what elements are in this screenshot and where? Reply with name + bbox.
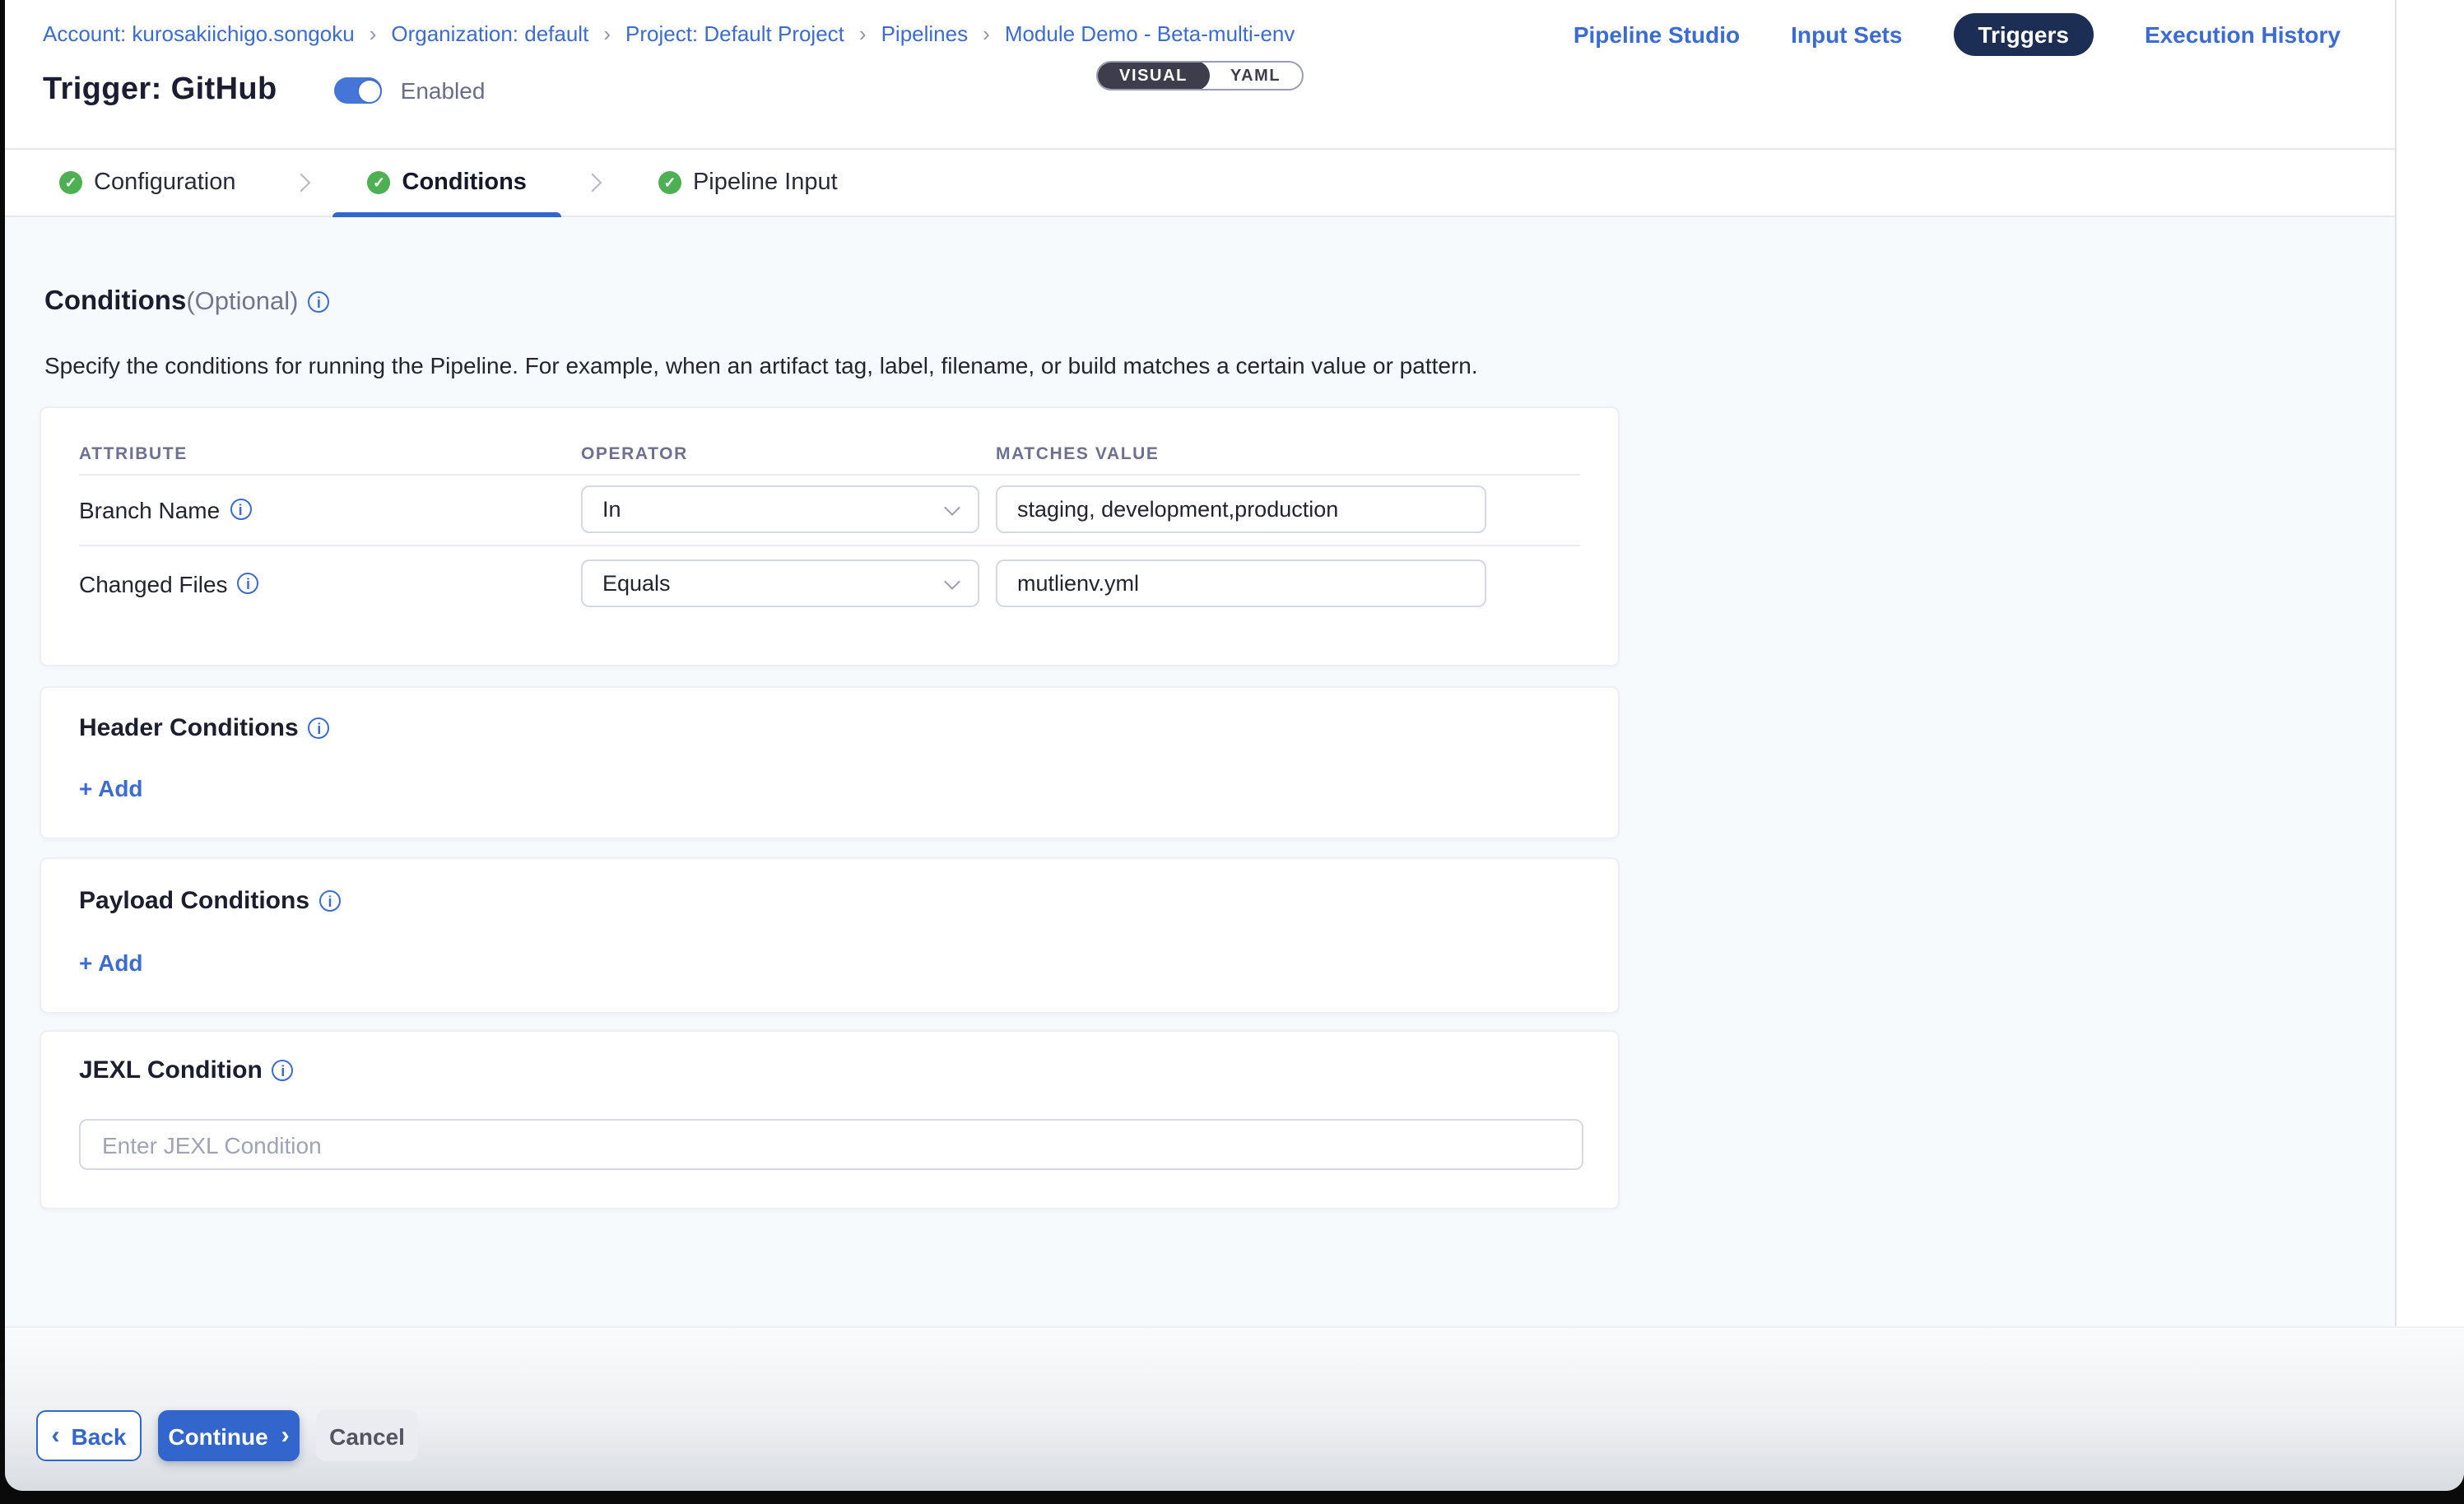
- info-icon[interactable]: i: [230, 499, 251, 520]
- chevron-right-icon: [583, 174, 602, 193]
- continue-button-label: Continue: [168, 1423, 267, 1449]
- pipeline-nav: Pipeline Studio Input Sets Triggers Exec…: [1574, 13, 2341, 56]
- info-icon[interactable]: i: [309, 717, 330, 739]
- conditions-heading: Conditions: [44, 286, 186, 318]
- operator-dropdown[interactable]: In: [581, 485, 979, 533]
- jexl-condition-title: JEXL Condition: [79, 1056, 263, 1084]
- wizard-footer: ‹ Back Continue › Cancel: [5, 1326, 2464, 1491]
- yaml-toggle-button[interactable]: YAML: [1209, 63, 1302, 89]
- breadcrumb-separator-icon: ›: [603, 21, 611, 46]
- tab-pipeline-input-label: Pipeline Input: [693, 169, 838, 196]
- table-divider: [79, 474, 1580, 476]
- check-circle-icon: ✓: [59, 171, 82, 194]
- attribute-label: Branch Name i: [79, 485, 251, 533]
- breadcrumb-project[interactable]: Project: Default Project: [625, 21, 844, 46]
- chevron-left-icon: ‹: [52, 1422, 60, 1450]
- table-divider: [79, 545, 1580, 546]
- operator-dropdown[interactable]: Equals: [581, 559, 979, 607]
- nav-input-sets[interactable]: Input Sets: [1791, 21, 1902, 48]
- enabled-toggle[interactable]: [335, 77, 383, 104]
- conditions-panel: Conditions (Optional) i Specify the cond…: [5, 217, 2395, 1326]
- back-button[interactable]: ‹ Back: [36, 1410, 142, 1461]
- chevron-down-icon: [944, 573, 960, 590]
- nav-triggers[interactable]: Triggers: [1953, 13, 2094, 56]
- payload-conditions-title: Payload Conditions: [79, 887, 309, 915]
- jexl-condition-card: JEXL Condition i: [40, 1030, 1620, 1209]
- attribute-text: Branch Name: [79, 496, 220, 522]
- column-header-operator: OPERATOR: [581, 444, 688, 464]
- chevron-right-icon: [292, 174, 311, 193]
- column-header-matches-value: MATCHES VALUE: [996, 444, 1160, 464]
- nav-pipeline-studio[interactable]: Pipeline Studio: [1574, 21, 1740, 48]
- payload-conditions-card: Payload Conditions i + Add: [40, 857, 1620, 1014]
- breadcrumb-separator-icon: ›: [859, 21, 867, 46]
- app-window: Account: kurosakiichigo.songoku › Organi…: [5, 0, 2464, 1491]
- page-header: Account: kurosakiichigo.songoku › Organi…: [5, 0, 2464, 150]
- matches-value-input[interactable]: [996, 559, 1486, 607]
- add-payload-condition-button[interactable]: + Add: [79, 949, 143, 976]
- conditions-description: Specify the conditions for running the P…: [44, 352, 1478, 378]
- tab-conditions[interactable]: ✓ Conditions: [368, 150, 527, 216]
- header-conditions-card: Header Conditions i + Add: [40, 686, 1620, 839]
- conditions-table-card: ATTRIBUTE OPERATOR MATCHES VALUE Branch …: [40, 406, 1620, 666]
- add-header-condition-button[interactable]: + Add: [79, 775, 143, 801]
- jexl-condition-input[interactable]: [79, 1119, 1583, 1170]
- cancel-button[interactable]: Cancel: [316, 1410, 418, 1461]
- breadcrumb-separator-icon: ›: [370, 21, 377, 46]
- attribute-text: Changed Files: [79, 570, 228, 596]
- back-button-label: Back: [72, 1423, 127, 1449]
- info-icon[interactable]: i: [308, 291, 329, 313]
- info-icon[interactable]: i: [238, 573, 259, 594]
- check-circle-icon: ✓: [658, 171, 681, 194]
- header-conditions-title: Header Conditions: [79, 714, 299, 742]
- info-icon[interactable]: i: [319, 890, 341, 912]
- tab-conditions-label: Conditions: [402, 169, 527, 196]
- visual-yaml-toggle: VISUAL YAML: [1096, 61, 1304, 91]
- tab-configuration-label: Configuration: [94, 169, 236, 196]
- enabled-label: Enabled: [401, 77, 486, 104]
- info-icon[interactable]: i: [272, 1060, 294, 1081]
- continue-button[interactable]: Continue ›: [158, 1410, 300, 1461]
- check-circle-icon: ✓: [368, 171, 391, 194]
- breadcrumb-organization[interactable]: Organization: default: [391, 21, 588, 46]
- attribute-label: Changed Files i: [79, 559, 259, 607]
- tab-pipeline-input[interactable]: ✓ Pipeline Input: [658, 150, 838, 216]
- visual-toggle-button[interactable]: VISUAL: [1096, 61, 1211, 91]
- breadcrumb-pipeline-name[interactable]: Module Demo - Beta-multi-env: [1005, 21, 1295, 46]
- matches-value-input[interactable]: [996, 485, 1486, 533]
- conditions-optional-label: (Optional): [186, 287, 298, 317]
- breadcrumb-account[interactable]: Account: kurosakiichigo.songoku: [43, 21, 355, 46]
- breadcrumb-pipelines[interactable]: Pipelines: [881, 21, 969, 46]
- page-title: Trigger: GitHub: [43, 72, 277, 109]
- operator-value: In: [602, 497, 621, 522]
- breadcrumb: Account: kurosakiichigo.songoku › Organi…: [43, 21, 1295, 46]
- wizard-tabbar: ✓ Configuration ✓ Conditions ✓ Pipeline …: [5, 150, 2395, 217]
- operator-value: Equals: [602, 571, 671, 596]
- breadcrumb-separator-icon: ›: [983, 21, 990, 46]
- toggle-knob: [358, 78, 383, 103]
- scrollbar-track[interactable]: [2395, 0, 2464, 1326]
- cancel-button-label: Cancel: [329, 1423, 405, 1449]
- nav-execution-history[interactable]: Execution History: [2145, 21, 2341, 48]
- chevron-down-icon: [944, 499, 960, 516]
- tab-configuration[interactable]: ✓ Configuration: [59, 150, 236, 216]
- chevron-right-icon: ›: [281, 1422, 290, 1450]
- column-header-attribute: ATTRIBUTE: [79, 444, 188, 464]
